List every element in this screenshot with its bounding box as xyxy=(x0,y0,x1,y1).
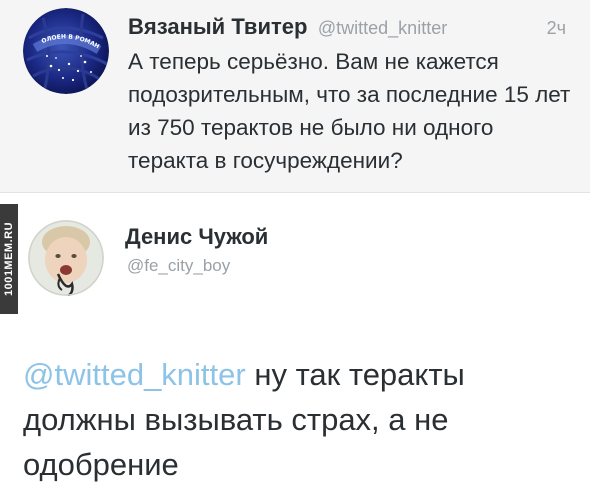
tweet-timestamp[interactable]: 2ч xyxy=(547,18,566,39)
original-tweet-header: Вязаный Твитер @twitted_knitter 2ч xyxy=(128,14,578,44)
original-tweet-text: А теперь серьёзно. Вам не кажется подозр… xyxy=(128,49,571,173)
mention-link[interactable]: @twitted_knitter xyxy=(23,357,246,392)
child-photo-avatar-icon[interactable] xyxy=(28,220,104,296)
watermark-text: 1001MEM.RU xyxy=(3,221,15,297)
reply-tweet-text: @twitted_knitter ну так теракты должны в… xyxy=(23,352,578,487)
author-handle[interactable]: @twitted_knitter xyxy=(318,18,447,38)
author-name[interactable]: Вязаный Твитер xyxy=(128,14,307,39)
original-tweet: ОЛОЕН В РОМАНТИКЕ Вязаный Твитер @twitte… xyxy=(0,0,590,193)
child-photo-avatar-image xyxy=(28,220,104,296)
yarn-ball-avatar-icon[interactable]: ОЛОЕН В РОМАНТИКЕ xyxy=(23,8,109,94)
yarn-ball-avatar-image: ОЛОЕН В РОМАНТИКЕ xyxy=(23,8,109,94)
reply-author-handle[interactable]: @fe_city_boy xyxy=(127,256,230,276)
site-watermark: 1001MEM.RU xyxy=(0,204,18,314)
reply-author-name[interactable]: Денис Чужой xyxy=(125,224,268,250)
